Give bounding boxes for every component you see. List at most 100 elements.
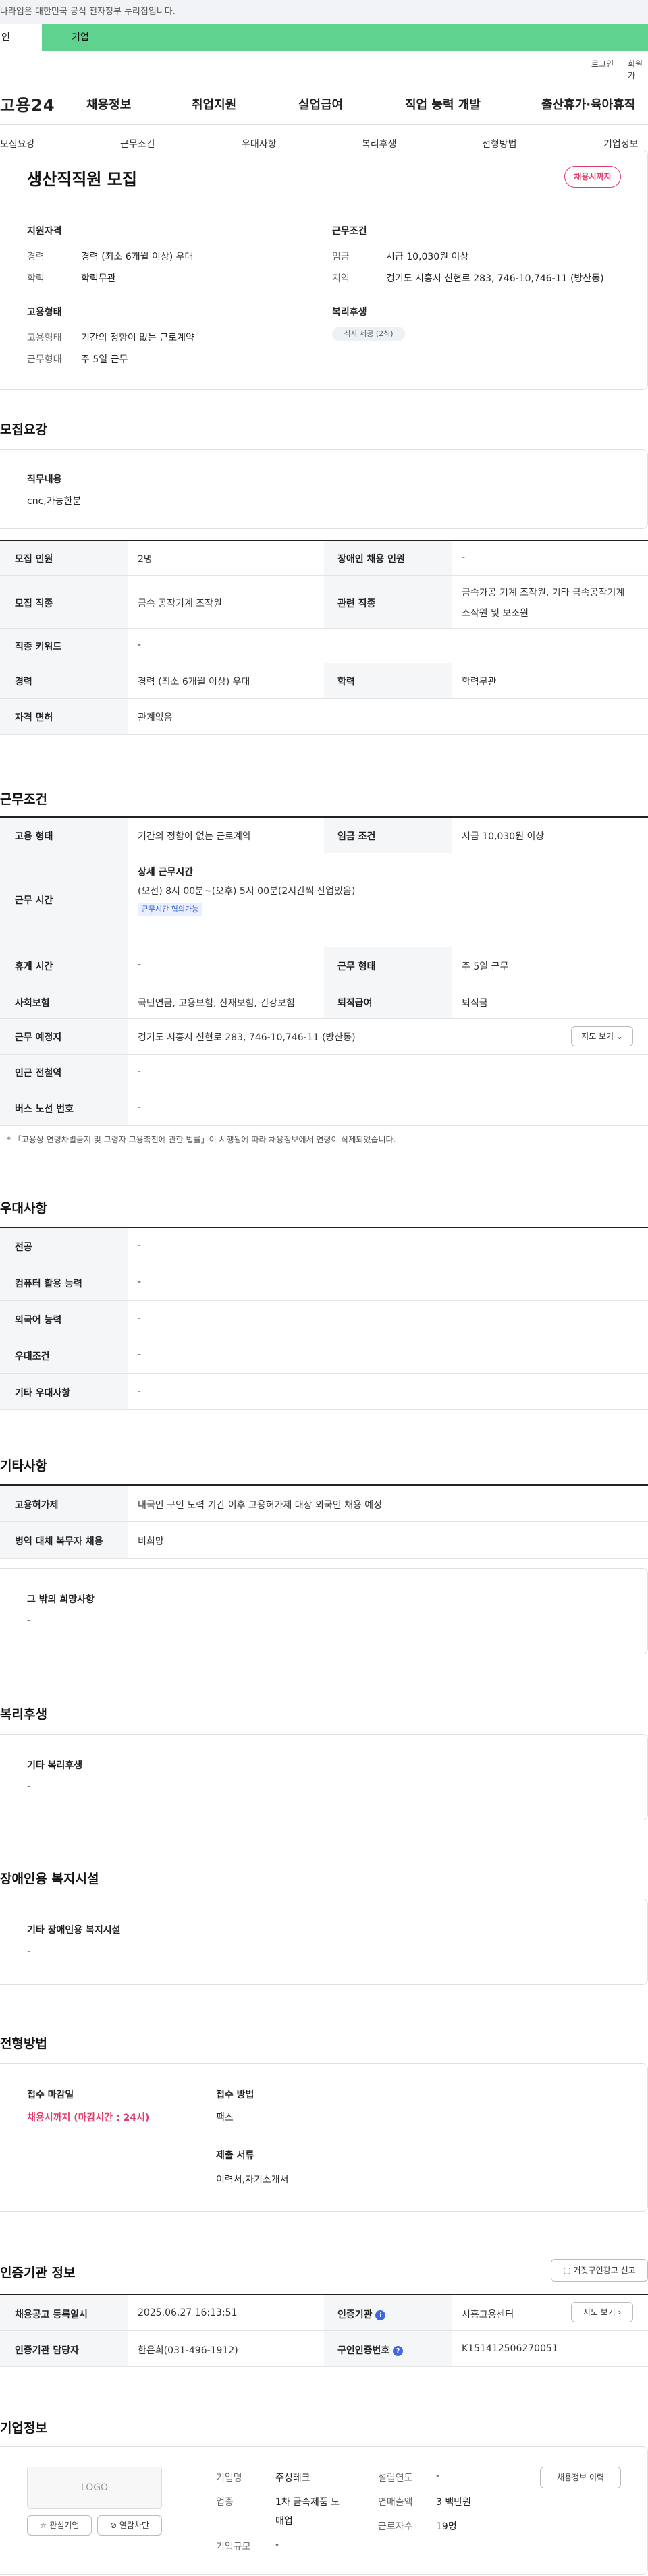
tab-screening[interactable]: 전형방법 — [482, 137, 517, 150]
tab-work-conditions[interactable]: 근무조건 — [120, 137, 155, 150]
disability-box — [0, 1899, 648, 1985]
hiring-history-button[interactable]: 채용정보 이력 — [540, 2467, 621, 2488]
education-label: 학력 — [27, 273, 45, 284]
tab-company[interactable]: 기업 — [42, 24, 648, 51]
tab-preferences[interactable]: 우대사항 — [242, 137, 277, 150]
deadline-value: 채용시까지 (마감시간 : 24시) — [27, 2112, 150, 2123]
registered-at-value: 2025.06.27 16:13:51 — [138, 2307, 238, 2318]
welfare-other-heading: 기타 복리후생 — [27, 1760, 83, 1771]
join-link[interactable]: 회원가 — [628, 58, 648, 81]
favorite-company-button[interactable]: ☆ 관심기업 — [27, 2515, 92, 2536]
false-ad-report-button[interactable]: ▢ 거짓구인광고 신고 — [551, 2259, 648, 2282]
company-name-label: 기업명 — [216, 2473, 242, 2484]
block-label: 열람차단 — [119, 2521, 150, 2530]
break-time-label: 휴게 시간 — [15, 961, 53, 972]
industry-value-line2: 매업 — [275, 2516, 293, 2527]
education-value: 학력무관 — [81, 273, 116, 284]
deadline-heading: 접수 마감일 — [27, 2090, 74, 2100]
gnb-item-unemployment-benefit[interactable]: 실업급여 — [298, 95, 343, 113]
duty-heading: 직무내용 — [27, 474, 62, 485]
table-education-value: 학력무관 — [462, 677, 497, 688]
disability-facility-text: - — [27, 1946, 31, 1957]
related-category-value-line2: 조작원 및 보조원 — [462, 608, 529, 619]
region-value: 경기도 시흥시 신현로 283, 746-10,746-11 (방산동) — [386, 273, 604, 284]
work-hours-detail-text: (오전) 8시 00분~(오후) 5시 00분(2시간씩 잔업있음) — [138, 886, 356, 897]
work-form-label: 근무 형태 — [338, 961, 376, 972]
block-view-button[interactable]: ⊘ 열람차단 — [97, 2515, 162, 2536]
agency-label: 인증기관 i — [338, 2307, 386, 2321]
help-icon[interactable]: ? — [393, 2345, 404, 2356]
agency-map-label: 지도 보기 — [583, 2307, 616, 2317]
employment-type-label: 고용형태 — [27, 333, 62, 343]
job-category-value: 금속 공작기계 조작원 — [138, 598, 222, 609]
documents-value: 이력서,자기소개서 — [216, 2175, 289, 2185]
welfare-other-text: - — [27, 1781, 31, 1792]
other-wishes-heading: 그 밖의 희망사항 — [27, 1594, 94, 1605]
break-time-value: - — [138, 959, 142, 970]
pref-major-label: 전공 — [15, 1242, 32, 1253]
gnb-item-jobs[interactable]: 채용정보 — [86, 95, 131, 113]
agency-map-button[interactable]: 지도 보기 › — [571, 2302, 633, 2322]
agency-section-title: 인증기관 정보 — [0, 2266, 76, 2280]
other-wishes-box — [0, 1568, 648, 1654]
tab-recruit[interactable]: 모집요강 — [0, 137, 35, 150]
tab-company-info[interactable]: 기업정보 — [603, 137, 639, 150]
company-size-label: 기업규모 — [216, 2542, 251, 2552]
disability-section-title: 장애인용 복지시설 — [0, 1872, 99, 1886]
pref-computer-label: 컴퓨터 활용 능력 — [15, 1279, 82, 1289]
pref-condition-value: - — [138, 1349, 142, 1360]
conditions-heading: 근무조건 — [332, 226, 367, 237]
user-type-tabs: 인 기업 — [0, 24, 648, 51]
screening-section-title: 전형방법 — [0, 2036, 47, 2051]
wage-condition-value: 시급 10,030원 이상 — [462, 831, 545, 842]
wage-label: 임금 — [332, 252, 350, 262]
screening-box — [0, 2063, 648, 2212]
duty-text: cnc,가능한분 — [27, 496, 82, 507]
table-education-label: 학력 — [338, 677, 355, 688]
work-type-label: 고용 형태 — [15, 831, 53, 842]
bus-value: - — [138, 1102, 142, 1113]
subway-label: 인근 전철역 — [15, 1068, 62, 1079]
founded-label: 설립연도 — [378, 2473, 413, 2484]
info-icon[interactable]: i — [375, 2309, 386, 2320]
job-title: 생산직직원 모집 — [27, 170, 137, 189]
disabled-headcount-label: 장애인 채용 인원 — [338, 554, 405, 565]
disability-facility-heading: 기타 장애인용 복지시설 — [27, 1925, 121, 1936]
company-logo-placeholder: LOGO — [27, 2467, 162, 2509]
document-icon: ▢ — [563, 2266, 571, 2275]
military-service-label: 병역 대체 복무자 채용 — [15, 1536, 103, 1547]
welfare-heading: 복리후생 — [332, 307, 367, 318]
gnb-item-parental-leave[interactable]: 출산휴가·육아휴직 — [541, 95, 635, 113]
cert-number-value: K151412506270051 — [462, 2343, 558, 2354]
report-button-label: 거짓구인광고 신고 — [573, 2266, 636, 2275]
severance-value: 퇴직금 — [462, 998, 488, 1009]
method-value: 팩스 — [216, 2112, 234, 2123]
other-wishes-text: - — [27, 1615, 31, 1626]
deadline-badge: 채용시까지 — [564, 166, 621, 188]
cert-number-label-text: 구인인증번호 — [338, 2345, 390, 2356]
login-link[interactable]: 로그인 — [591, 58, 614, 69]
registered-at-label: 채용공고 등록일시 — [15, 2309, 88, 2320]
agency-manager-label: 인증기관 담당자 — [15, 2345, 80, 2356]
welfare-section-title: 복리후생 — [0, 1707, 47, 1722]
tab-welfare[interactable]: 복리후생 — [362, 137, 397, 150]
workplace-map-button[interactable]: 지도 보기 ⌄ — [571, 1026, 633, 1046]
gnb-item-employment-support[interactable]: 취업지원 — [192, 95, 236, 113]
pref-other-label: 기타 우대사항 — [15, 1388, 71, 1399]
age-discrimination-note: * 「고용상 연령차별금지 및 고령자 고용촉진에 관한 법률」이 시행됨에 따… — [7, 1135, 396, 1144]
career-value: 경력 (최소 6개월 이상) 우대 — [81, 252, 194, 262]
sales-value: 3 백만원 — [436, 2497, 471, 2508]
related-category-label: 관련 직종 — [338, 598, 376, 609]
work-hours-detail-title: 상세 근무시간 — [138, 867, 194, 878]
gnb-item-job-training[interactable]: 직업 능력 개발 — [405, 95, 481, 113]
gov-banner-text: 나라입은 대한민국 공식 전자정부 누리집입니다. — [0, 7, 176, 17]
pref-language-value: - — [138, 1313, 142, 1324]
site-logo[interactable]: 고용24 — [0, 92, 55, 115]
tab-personal[interactable]: 인 — [0, 24, 42, 51]
severance-label: 퇴직급여 — [338, 998, 373, 1009]
insurance-value: 국민연금, 고용보험, 산재보험, 건강보험 — [138, 998, 295, 1009]
career-label: 경력 — [27, 252, 45, 262]
gnb-divider — [0, 124, 648, 125]
gov-banner: 나라입은 대한민국 공식 전자정부 누리집입니다. — [0, 0, 648, 24]
map-button-label: 지도 보기 — [581, 1032, 614, 1041]
